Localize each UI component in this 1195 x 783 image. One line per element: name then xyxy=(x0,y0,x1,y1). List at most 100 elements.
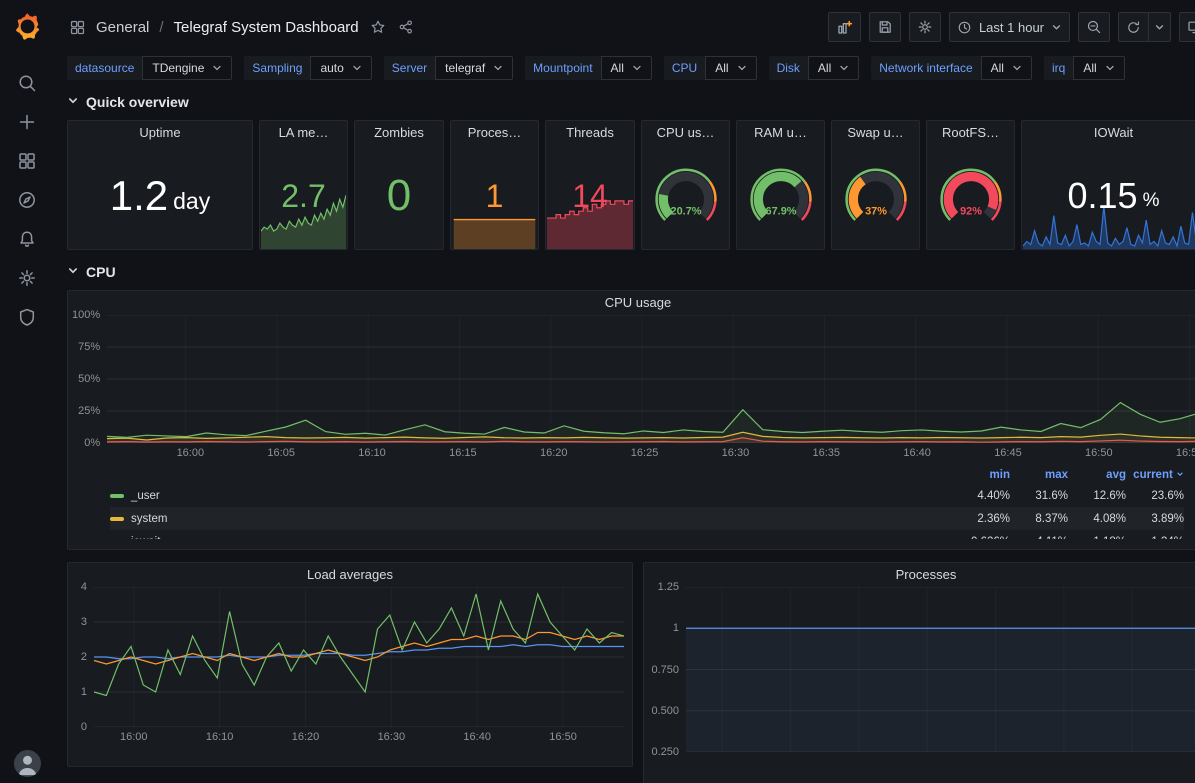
panel-title[interactable]: Uptime xyxy=(68,121,252,145)
y-axis-label: 0.500 xyxy=(651,705,679,717)
cycle-view-mode-button[interactable] xyxy=(1179,12,1195,42)
star-icon[interactable] xyxy=(369,18,387,36)
legend-value-max: 4.11% xyxy=(1010,536,1068,540)
variable-server: Servertelegraf xyxy=(384,56,513,80)
variable-mountpoint: MountpointAll xyxy=(525,56,652,80)
panel-processes: Processes 1.2510.7500.5000.250 xyxy=(643,562,1195,783)
x-axis-label: 16:00 xyxy=(120,731,148,743)
load-averages-plot[interactable] xyxy=(94,587,624,727)
legend-col-max[interactable]: max xyxy=(1010,469,1068,481)
dashboard: Quick overview Uptime 1.2 day LA me… 2.7… xyxy=(54,90,1195,783)
variable-value-dropdown[interactable]: All xyxy=(705,56,756,80)
stat-value: 0 xyxy=(387,174,411,218)
processes-plot[interactable] xyxy=(686,587,1195,752)
share-icon[interactable] xyxy=(397,18,415,36)
series-color-swatch xyxy=(110,517,124,521)
legend-value-max: 8.37% xyxy=(1010,513,1068,525)
legend-series-name[interactable]: iowait xyxy=(110,536,952,540)
variable-value-dropdown[interactable]: All xyxy=(808,56,859,80)
legend-col-current[interactable]: current xyxy=(1126,469,1184,481)
create-plus-icon[interactable] xyxy=(17,112,37,132)
breadcrumb-dashboard-title[interactable]: Telegraf System Dashboard xyxy=(174,19,359,36)
panel-title[interactable]: IOWait xyxy=(1022,121,1195,145)
apps-grid-icon[interactable] xyxy=(68,18,86,36)
legend-col-min[interactable]: min xyxy=(952,469,1010,481)
x-axis-label: 16:35 xyxy=(813,447,841,459)
grafana-logo[interactable] xyxy=(12,11,42,41)
y-axis-label: 50% xyxy=(78,373,100,385)
x-axis-label: 16:40 xyxy=(463,731,491,743)
panel-title[interactable]: Processes xyxy=(644,563,1195,587)
y-axis-label: 2 xyxy=(81,651,87,663)
y-axis: 1.2510.7500.5000.250 xyxy=(648,581,686,758)
section-title: Quick overview xyxy=(86,94,189,110)
variable-value-dropdown[interactable]: TDengine xyxy=(142,56,232,80)
panel-zombies: Zombies 0 xyxy=(354,120,444,250)
breadcrumb-separator: / xyxy=(159,19,163,36)
swap-usage-gauge: 37% xyxy=(832,143,919,247)
panel-title[interactable]: CPU us… xyxy=(642,121,729,145)
panel-cpu-gauge: CPU us… 20.7% xyxy=(641,120,730,250)
explore-compass-icon[interactable] xyxy=(17,190,37,210)
section-quick-overview[interactable]: Quick overview xyxy=(67,90,1195,114)
panel-title[interactable]: Proces… xyxy=(451,121,538,145)
panel-title[interactable]: Threads xyxy=(546,121,634,145)
sidebar-menu xyxy=(17,73,37,327)
legend-series-name[interactable]: system xyxy=(110,513,952,525)
panel-title[interactable]: LA me… xyxy=(260,121,347,145)
panel-cpu-usage: CPU usage 100%75%50%25%0% 16:0016:0516:1… xyxy=(67,290,1195,550)
server-admin-shield-icon[interactable] xyxy=(17,307,37,327)
variable-value-dropdown[interactable]: telegraf xyxy=(435,56,513,80)
save-dashboard-button[interactable] xyxy=(869,12,901,42)
refresh-button[interactable] xyxy=(1118,12,1149,42)
panel-title[interactable]: RootFS… xyxy=(927,121,1014,145)
breadcrumb-folder[interactable]: General xyxy=(96,19,149,36)
panel-title[interactable]: Swap u… xyxy=(832,121,919,145)
x-axis-label: 16:30 xyxy=(378,731,406,743)
variable-datasource: datasourceTDengine xyxy=(67,56,232,80)
legend-series-name[interactable]: _user xyxy=(110,490,952,502)
variables-bar: datasourceTDengine Samplingauto Servertele… xyxy=(54,54,1195,90)
legend-col-avg[interactable]: avg xyxy=(1068,469,1126,481)
ram-usage-gauge: 67.9% xyxy=(737,143,824,247)
dashboards-icon[interactable] xyxy=(17,151,37,171)
panel-load-averages: Load averages 43210 16:0016:1016:2016:30… xyxy=(67,562,633,767)
refresh-interval-dropdown[interactable] xyxy=(1149,12,1171,42)
panel-title[interactable]: CPU usage xyxy=(68,291,1195,315)
variable-value-dropdown[interactable]: auto xyxy=(310,56,371,80)
variable-label: Disk xyxy=(769,56,808,80)
cpu-usage-plot[interactable] xyxy=(107,315,1195,443)
panel-uptime: Uptime 1.2 day xyxy=(67,120,253,250)
stat-value: 1.2 xyxy=(110,175,168,217)
section-cpu[interactable]: CPU xyxy=(67,260,1195,284)
chevron-down-icon xyxy=(1154,22,1165,33)
panel-title[interactable]: Zombies xyxy=(355,121,443,145)
alerting-bell-icon[interactable] xyxy=(17,229,37,249)
variable-value-dropdown[interactable]: All xyxy=(601,56,652,80)
configuration-gear-icon[interactable] xyxy=(17,268,37,288)
dashboard-settings-button[interactable] xyxy=(909,12,941,42)
variable-label: Server xyxy=(384,56,435,80)
stat-unit: day xyxy=(173,188,210,215)
variable-label: Sampling xyxy=(244,56,310,80)
panel-threads: Threads 14 xyxy=(545,120,635,250)
cpu-usage-legend: minmaxavgcurrent _user4.40%31.6%12.6%23.… xyxy=(68,461,1195,539)
panel-title[interactable]: RAM u… xyxy=(737,121,824,145)
chevron-down-icon xyxy=(632,63,642,73)
sidebar xyxy=(0,0,54,783)
panel-title[interactable]: Load averages xyxy=(68,563,632,587)
legend-row: system2.36%8.37%4.08%3.89% xyxy=(110,507,1184,530)
zoom-out-time-button[interactable] xyxy=(1078,12,1110,42)
svg-text:20.7%: 20.7% xyxy=(670,205,701,217)
rootfs-usage-gauge: 92% xyxy=(927,143,1014,247)
series-color-swatch xyxy=(110,494,124,498)
legend-value-avg: 1.18% xyxy=(1068,536,1126,540)
add-panel-button[interactable] xyxy=(828,12,861,42)
user-avatar[interactable] xyxy=(14,750,41,777)
variable-value-dropdown[interactable]: All xyxy=(1073,56,1124,80)
y-axis-label: 0.750 xyxy=(651,664,679,676)
time-range-picker[interactable]: Last 1 hour xyxy=(949,12,1070,42)
search-icon[interactable] xyxy=(17,73,37,93)
y-axis-label: 3 xyxy=(81,616,87,628)
variable-value-dropdown[interactable]: All xyxy=(981,56,1032,80)
